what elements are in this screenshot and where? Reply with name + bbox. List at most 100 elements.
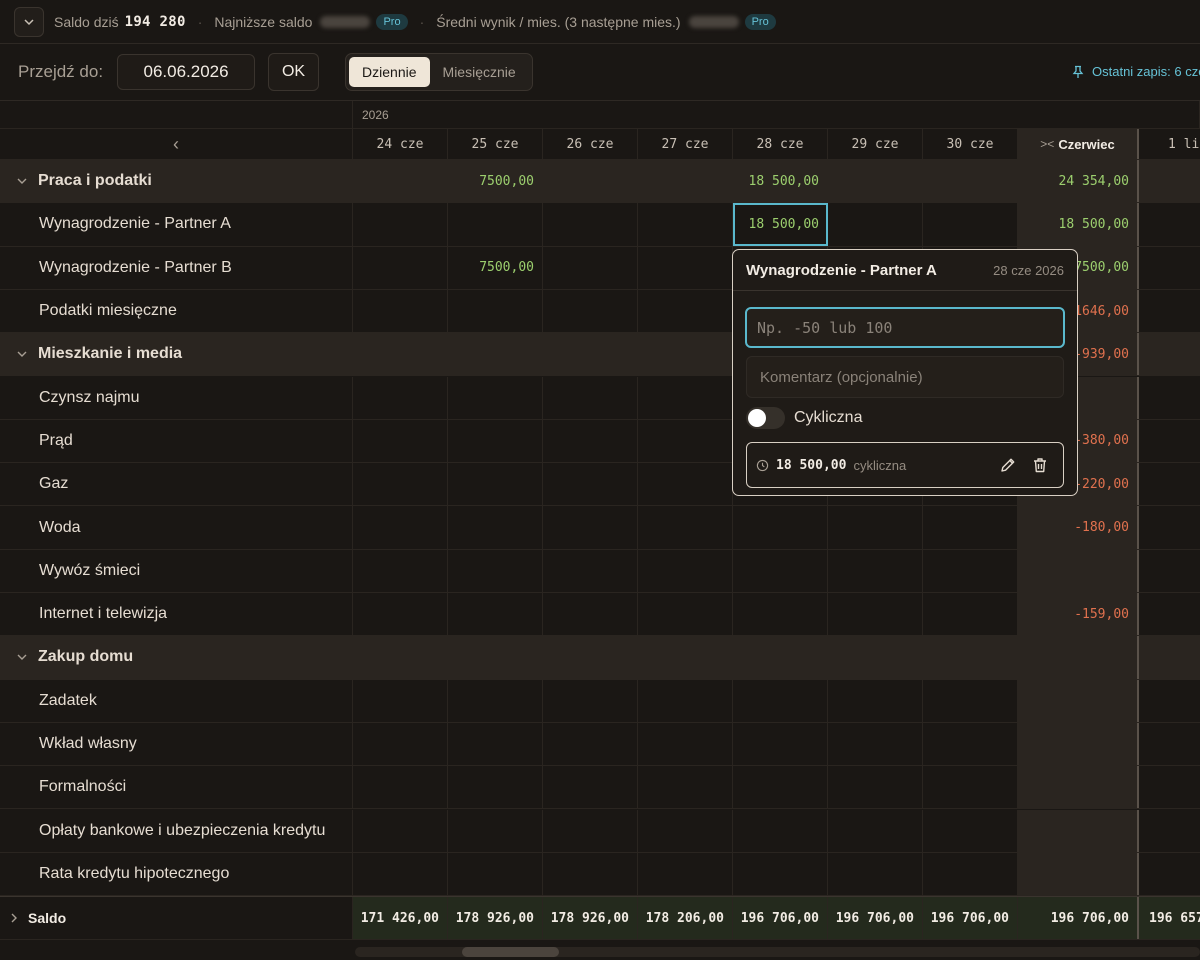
value-cell[interactable] xyxy=(448,419,543,463)
value-cell[interactable] xyxy=(733,593,828,636)
value-cell[interactable] xyxy=(353,679,448,722)
value-cell[interactable] xyxy=(353,203,448,246)
value-cell[interactable] xyxy=(543,160,638,202)
value-cell[interactable] xyxy=(543,419,638,463)
value-cell[interactable] xyxy=(543,333,638,375)
value-cell[interactable] xyxy=(828,593,923,636)
value-cell[interactable] xyxy=(543,376,638,419)
value-cell[interactable] xyxy=(353,722,448,766)
saldo-label[interactable]: Saldo xyxy=(0,897,353,940)
value-cell[interactable] xyxy=(448,203,543,246)
value-cell[interactable] xyxy=(923,679,1018,722)
item-label[interactable]: Wkład własny xyxy=(0,722,353,766)
view-daily-button[interactable]: Dziennie xyxy=(349,57,430,87)
chevron-down-icon[interactable] xyxy=(16,348,28,360)
value-cell[interactable] xyxy=(1139,593,1200,635)
value-cell[interactable] xyxy=(543,766,638,809)
value-cell[interactable] xyxy=(638,376,733,419)
item-label[interactable]: Zadatek xyxy=(0,679,353,722)
value-cell[interactable] xyxy=(448,636,543,678)
value-cell[interactable] xyxy=(733,722,828,766)
value-cell[interactable] xyxy=(353,333,448,375)
value-cell[interactable] xyxy=(638,506,733,549)
value-cell[interactable] xyxy=(1139,333,1200,375)
value-cell[interactable] xyxy=(923,506,1018,549)
value-cell[interactable] xyxy=(638,722,733,766)
ok-button[interactable]: OK xyxy=(268,53,320,91)
value-cell[interactable] xyxy=(353,376,448,419)
value-cell[interactable] xyxy=(448,333,543,375)
value-cell[interactable] xyxy=(353,593,448,636)
item-label[interactable]: Formalności xyxy=(0,766,353,809)
value-cell[interactable] xyxy=(448,852,543,896)
category-label[interactable]: Zakup domu xyxy=(0,636,353,678)
category-label[interactable]: Mieszkanie i media xyxy=(0,333,353,375)
chevron-down-icon[interactable] xyxy=(16,651,28,663)
value-cell[interactable] xyxy=(638,593,733,636)
value-cell[interactable] xyxy=(733,506,828,549)
value-cell[interactable] xyxy=(1139,203,1200,245)
value-cell[interactable] xyxy=(448,593,543,636)
value-cell[interactable] xyxy=(638,809,733,852)
item-label[interactable]: Wywóz śmieci xyxy=(0,549,353,592)
comment-input[interactable] xyxy=(746,356,1064,398)
value-cell[interactable] xyxy=(448,463,543,506)
value-cell[interactable] xyxy=(923,766,1018,809)
value-cell[interactable] xyxy=(448,722,543,766)
edit-icon[interactable] xyxy=(999,456,1017,474)
value-cell[interactable] xyxy=(448,679,543,722)
prev-period-button[interactable]: ‹ xyxy=(0,129,353,159)
value-cell[interactable] xyxy=(543,463,638,506)
value-cell[interactable] xyxy=(638,679,733,722)
value-cell[interactable] xyxy=(448,506,543,549)
value-cell[interactable] xyxy=(1139,506,1200,548)
value-cell[interactable] xyxy=(353,506,448,549)
value-cell[interactable] xyxy=(828,852,923,896)
value-cell[interactable] xyxy=(638,549,733,592)
value-cell[interactable] xyxy=(1139,290,1200,332)
item-label[interactable]: Podatki miesięczne xyxy=(0,289,353,333)
value-cell[interactable] xyxy=(923,160,1018,202)
value-cell[interactable] xyxy=(543,722,638,766)
value-cell[interactable] xyxy=(353,549,448,592)
value-cell[interactable] xyxy=(828,160,923,202)
value-cell[interactable] xyxy=(1139,636,1200,678)
value-cell[interactable] xyxy=(638,203,733,246)
pro-badge[interactable]: Pro xyxy=(376,13,408,30)
value-cell[interactable] xyxy=(638,289,733,333)
value-cell[interactable] xyxy=(828,722,923,766)
value-cell[interactable] xyxy=(1139,420,1200,462)
value-cell[interactable] xyxy=(638,852,733,896)
value-cell[interactable]: 7500,00 xyxy=(448,246,543,289)
value-cell[interactable] xyxy=(543,593,638,636)
value-cell[interactable] xyxy=(448,766,543,809)
value-cell[interactable] xyxy=(1139,853,1200,895)
value-cell[interactable] xyxy=(923,593,1018,636)
item-label[interactable]: Prąd xyxy=(0,419,353,463)
value-cell[interactable] xyxy=(1139,723,1200,765)
value-cell[interactable] xyxy=(1139,377,1200,419)
value-cell[interactable] xyxy=(1139,550,1200,592)
value-cell[interactable] xyxy=(543,246,638,289)
value-cell[interactable]: 18 500,00 xyxy=(733,160,828,202)
value-cell[interactable] xyxy=(923,549,1018,592)
value-cell[interactable] xyxy=(1139,810,1200,852)
month-header-cell[interactable]: >< Czerwiec xyxy=(1018,129,1139,159)
value-cell[interactable] xyxy=(638,419,733,463)
value-cell[interactable] xyxy=(733,636,828,678)
value-cell[interactable]: 18 500,00 xyxy=(733,203,828,246)
value-cell[interactable] xyxy=(828,679,923,722)
chevron-down-icon[interactable] xyxy=(16,175,28,187)
value-cell[interactable] xyxy=(828,549,923,592)
value-cell[interactable] xyxy=(353,246,448,289)
value-cell[interactable] xyxy=(733,549,828,592)
value-cell[interactable] xyxy=(733,809,828,852)
view-monthly-button[interactable]: Miesięcznie xyxy=(430,57,529,87)
value-cell[interactable] xyxy=(638,333,733,375)
value-cell[interactable] xyxy=(1139,160,1200,202)
chevron-right-icon[interactable] xyxy=(8,912,20,924)
value-cell[interactable] xyxy=(923,852,1018,896)
value-cell[interactable] xyxy=(353,766,448,809)
value-cell[interactable] xyxy=(828,636,923,678)
item-label[interactable]: Czynsz najmu xyxy=(0,376,353,419)
